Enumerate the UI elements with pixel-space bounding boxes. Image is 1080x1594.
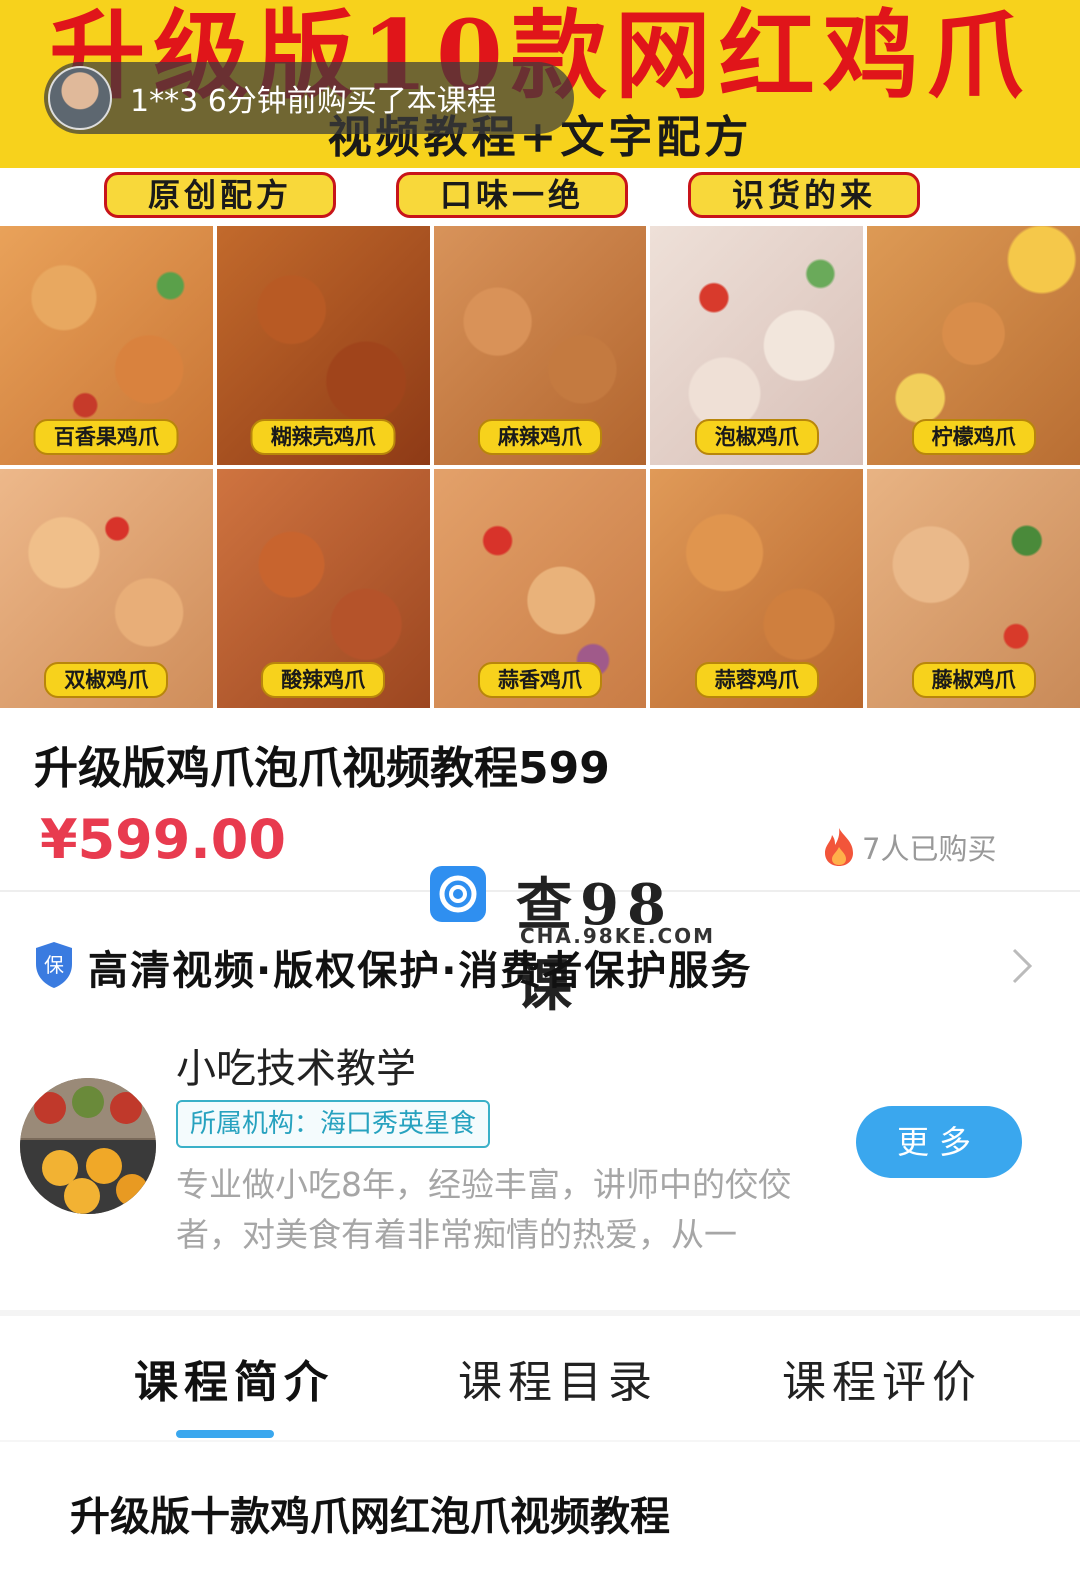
dish-label: 蒜蓉鸡爪 <box>694 662 819 698</box>
teacher-name: 小吃技术教学 <box>176 1046 416 1092</box>
purchase-toast: 1**3 6分钟前购买了本课程 <box>44 62 574 134</box>
dish-label: 藤椒鸡爪 <box>911 662 1036 698</box>
dish-photo-grid: 百香果鸡爪 糊辣壳鸡爪 麻辣鸡爪 泡椒鸡爪 柠檬鸡爪 双椒鸡爪 酸辣鸡爪 蒜香鸡… <box>0 226 1080 708</box>
dish-photo: 藤椒鸡爪 <box>867 469 1080 708</box>
chevron-right-icon <box>1012 948 1033 984</box>
dish-photo: 蒜蓉鸡爪 <box>650 469 864 708</box>
buyer-avatar <box>48 66 112 130</box>
dish-photo: 酸辣鸡爪 <box>216 469 430 708</box>
dish-photo: 双椒鸡爪 <box>0 469 213 708</box>
dish-photo: 蒜香鸡爪 <box>433 469 647 708</box>
teacher-description: 专业做小吃8年，经验丰富，讲师中的佼佼者，对美食有着非常痴情的热爱，从一 <box>176 1165 791 1254</box>
dish-label: 蒜香鸡爪 <box>477 662 602 698</box>
intro-heading: 升级版十款鸡爪网红泡爪视频教程 <box>70 1494 670 1540</box>
banner-pill: 口味一绝 <box>396 172 628 218</box>
dish-photo: 百香果鸡爪 <box>0 226 213 465</box>
section-divider <box>0 1440 1080 1442</box>
shield-icon: 保 <box>36 942 72 988</box>
active-tab-indicator <box>176 1430 274 1438</box>
dish-photo: 麻辣鸡爪 <box>433 226 647 465</box>
dish-label: 柠檬鸡爪 <box>911 419 1036 455</box>
sold-count-text: 7人已购买 <box>862 832 997 866</box>
teacher-avatar[interactable] <box>20 1078 156 1214</box>
banner-pill: 原创配方 <box>104 172 336 218</box>
sold-count: 7人已购买 <box>822 826 996 868</box>
svg-text:保: 保 <box>44 953 64 977</box>
dish-label: 双椒鸡爪 <box>44 662 169 698</box>
fire-icon <box>825 828 853 866</box>
banner-pill: 识货的来 <box>688 172 920 218</box>
service-text: 高清视频·版权保护·消费者保护服务 <box>88 948 753 994</box>
course-tab-bar: 课程简介 课程目录 课程评价 <box>0 1316 1080 1440</box>
tab-reviews[interactable]: 课程评价 <box>782 1346 982 1410</box>
dish-label: 泡椒鸡爪 <box>694 419 819 455</box>
banner-pill-row: 原创配方 口味一绝 识货的来 <box>0 168 1080 226</box>
course-banner[interactable]: 升级版10款网红鸡爪 视频教程+文字配方 原创配方 口味一绝 识货的来 百香果鸡… <box>0 0 1080 708</box>
dish-label: 糊辣壳鸡爪 <box>250 419 396 455</box>
course-price: ¥599.00 <box>40 808 286 871</box>
dish-label: 麻辣鸡爪 <box>477 419 602 455</box>
tab-intro[interactable]: 课程简介 <box>134 1346 334 1410</box>
organization-badge: 所属机构：海口秀英星食 <box>176 1100 491 1148</box>
course-title: 升级版鸡爪泡爪视频教程599 <box>34 743 610 794</box>
watermark-logo-icon <box>430 866 486 922</box>
more-button[interactable]: 更多 <box>856 1106 1022 1178</box>
service-guarantee-row[interactable]: 保 高清视频·版权保护·消费者保护服务 <box>0 930 1080 1002</box>
dish-label: 百香果鸡爪 <box>33 419 179 455</box>
tab-catalog[interactable]: 课程目录 <box>458 1346 658 1410</box>
purchase-toast-text: 1**3 6分钟前购买了本课程 <box>130 84 497 119</box>
dish-label: 酸辣鸡爪 <box>261 662 386 698</box>
dish-photo: 柠檬鸡爪 <box>867 226 1080 465</box>
dish-photo: 泡椒鸡爪 <box>650 226 864 465</box>
dish-photo: 糊辣壳鸡爪 <box>216 226 430 465</box>
